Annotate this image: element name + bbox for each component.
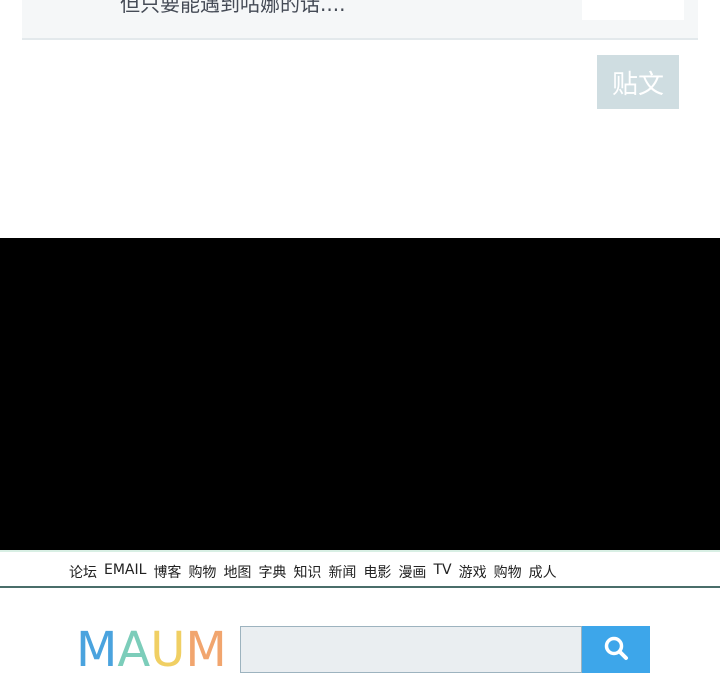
nav-link-tv[interactable]: TV (433, 562, 451, 582)
search-button[interactable] (582, 626, 650, 673)
nav-link-knowledge[interactable]: 知识 (293, 562, 321, 582)
nav-link-blog[interactable]: 博客 (153, 562, 181, 582)
comment-card: 但只要能遇到咕娜的话.... (22, 0, 698, 40)
nav-link-map[interactable]: 地图 (223, 562, 251, 582)
nav-link-shopping-2[interactable]: 购物 (494, 562, 522, 582)
comment-side-panel (582, 0, 684, 20)
nav-link-dictionary[interactable]: 字典 (258, 562, 286, 582)
logo-letter: M (185, 622, 227, 678)
nav-link-news[interactable]: 新闻 (328, 562, 356, 582)
nav-links: 论坛 EMAIL 博客 购物 地图 字典 知识 新闻 电影 漫画 TV 游戏 购… (69, 562, 557, 582)
nav-link-comics[interactable]: 漫画 (398, 562, 426, 582)
nav-link-shopping[interactable]: 购物 (188, 562, 216, 582)
logo-letter: M (76, 622, 118, 678)
search-input[interactable] (240, 626, 582, 673)
nav-link-email[interactable]: EMAIL (104, 562, 146, 582)
search-icon (603, 635, 629, 664)
nav-link-games[interactable]: 游戏 (459, 562, 487, 582)
media-area (0, 238, 720, 550)
logo-letter: A (117, 622, 151, 678)
portal-nav-bar: 论坛 EMAIL 博客 购物 地图 字典 知识 新闻 电影 漫画 TV 游戏 购… (0, 550, 720, 588)
nav-link-adult[interactable]: 成人 (529, 562, 557, 582)
maum-logo[interactable]: MAUM (76, 622, 227, 678)
logo-letter: U (150, 622, 186, 678)
post-button[interactable]: 贴文 (597, 55, 679, 109)
nav-link-forum[interactable]: 论坛 (69, 562, 97, 582)
comment-text: 但只要能遇到咕娜的话.... (120, 0, 346, 16)
nav-link-movie[interactable]: 电影 (363, 562, 391, 582)
